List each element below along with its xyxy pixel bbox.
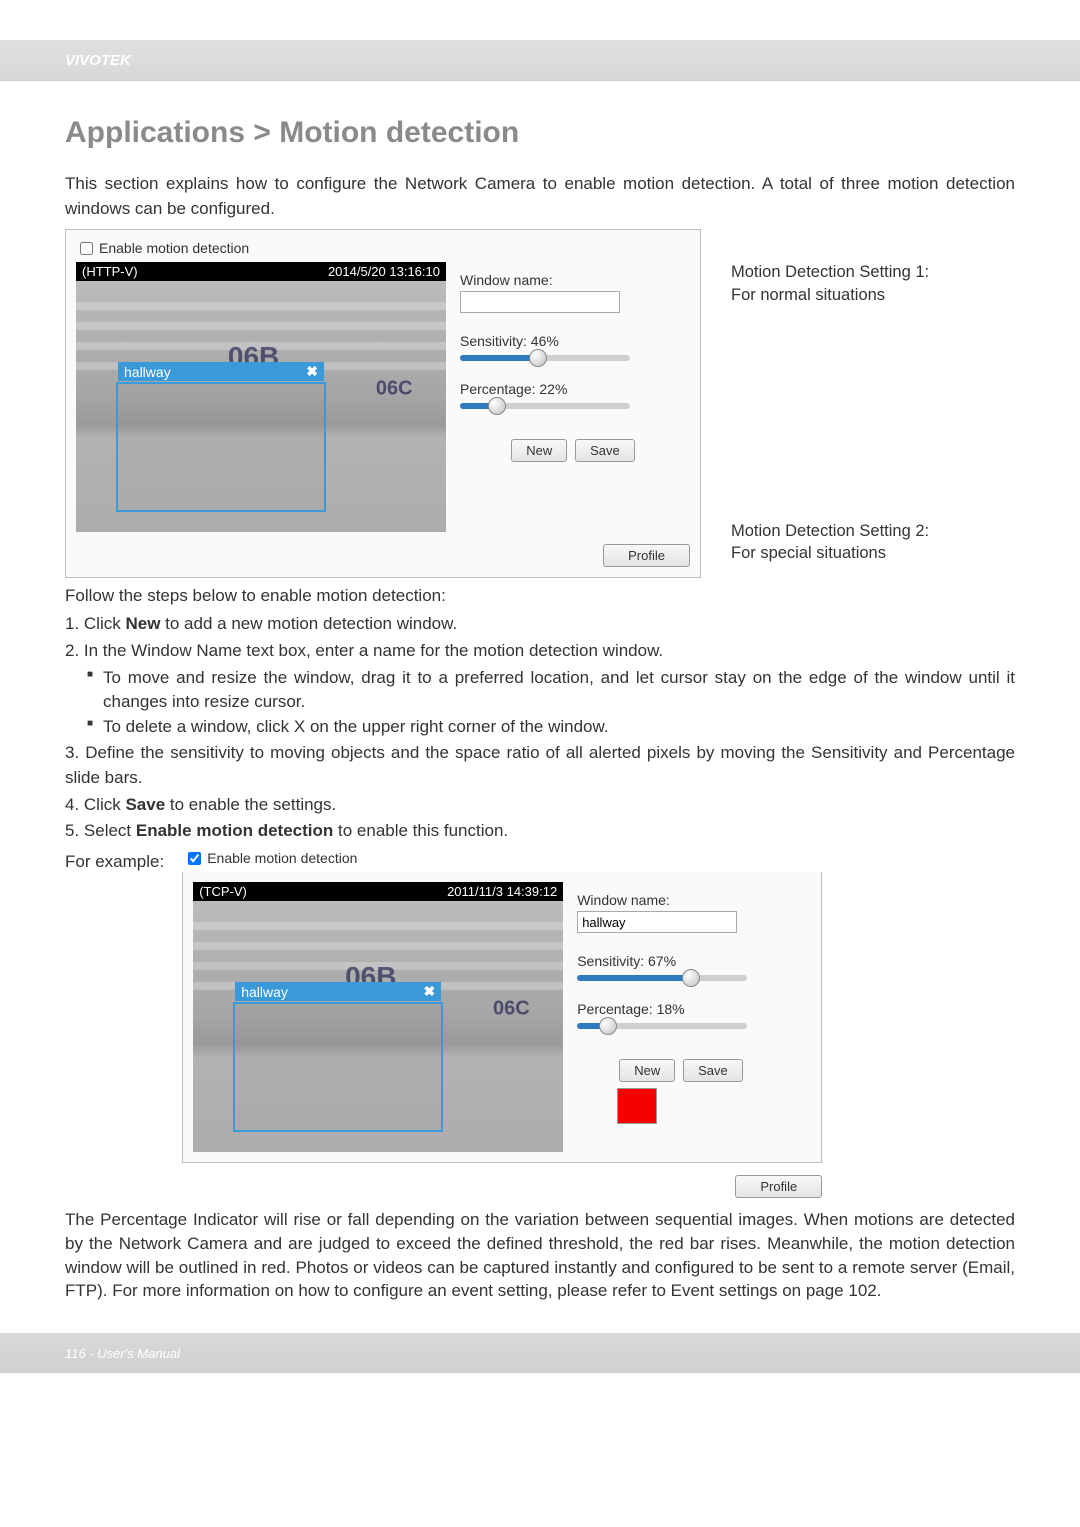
step-5: 5. Select Enable motion detection to ena… (65, 819, 1015, 844)
sensitivity-label-1: Sensitivity: 46% (460, 333, 686, 349)
percentage-label-1: Percentage: 22% (460, 381, 686, 397)
intro-paragraph: This section explains how to configure t… (65, 172, 1015, 221)
footer-page-number: 116 - User's Manual (65, 1346, 180, 1361)
video-preview-1[interactable]: (HTTP-V) 2014/5/20 13:16:10 06B 06C hall… (76, 262, 446, 532)
steps-list: 1. Click New to add a new motion detecti… (65, 612, 1015, 844)
controls-pane-1: Window name: Sensitivity: 46% Percentage… (456, 262, 690, 532)
close-icon[interactable]: ✖ (423, 983, 435, 1000)
motion-window-2[interactable]: hallway ✖ (233, 1002, 443, 1132)
step-3: 3. Define the sensitivity to moving obje… (65, 741, 1015, 790)
video-timestamp-2: 2011/11/3 14:39:12 (447, 884, 557, 899)
new-button-1[interactable]: New (511, 439, 567, 462)
video-timestamp-1: 2014/5/20 13:16:10 (328, 264, 440, 279)
new-button-2[interactable]: New (619, 1059, 675, 1082)
percentage-label-2: Percentage: 18% (577, 1001, 807, 1017)
sensitivity-label-2: Sensitivity: 67% (577, 953, 807, 969)
room-label-side-1: 06C (376, 378, 413, 401)
motion-window-1[interactable]: hallway ✖ (116, 382, 326, 512)
annotation-2: Motion Detection Setting 2: For special … (731, 520, 929, 565)
enable-motion-label-2: Enable motion detection (207, 850, 357, 866)
controls-pane-2: Window name: Sensitivity: 67% Percentage… (573, 882, 811, 1152)
save-button-2[interactable]: Save (683, 1059, 743, 1082)
motion-window-title-1: hallway (124, 364, 171, 380)
profile-button-2[interactable]: Profile (735, 1175, 822, 1198)
room-label-side-2: 06C (493, 997, 530, 1020)
motion-detection-panel-2: (TCP-V) 2011/11/3 14:39:12 06B 06C hallw… (182, 872, 822, 1163)
close-icon[interactable]: ✖ (306, 363, 318, 380)
sensitivity-slider-1[interactable] (460, 355, 630, 361)
annotation-1: Motion Detection Setting 1: For normal s… (731, 229, 929, 306)
brand-text: VIVOTEK (65, 52, 131, 69)
page-title: Applications > Motion detection (65, 116, 1015, 150)
motion-window-title-2: hallway (241, 984, 288, 1000)
motion-detection-panel-1: Enable motion detection (HTTP-V) 2014/5/… (65, 229, 701, 578)
sensitivity-slider-2[interactable] (577, 975, 747, 981)
enable-motion-checkbox-1[interactable] (80, 242, 93, 255)
for-example-label: For example: (65, 850, 164, 872)
window-name-input-2[interactable] (577, 911, 737, 933)
video-preview-2[interactable]: (TCP-V) 2011/11/3 14:39:12 06B 06C hallw… (193, 882, 563, 1152)
window-name-label-1: Window name: (460, 272, 686, 288)
percentage-slider-1[interactable] (460, 403, 630, 409)
profile-button-1[interactable]: Profile (603, 544, 690, 567)
step-4: 4. Click Save to enable the settings. (65, 793, 1015, 818)
percentage-slider-2[interactable] (577, 1023, 747, 1029)
video-protocol-1: (HTTP-V) (82, 264, 138, 279)
step-1: 1. Click New to add a new motion detecti… (65, 612, 1015, 637)
motion-indicator (617, 1088, 657, 1124)
window-name-input-1[interactable] (460, 291, 620, 313)
enable-motion-checkbox-2[interactable] (188, 852, 201, 865)
window-name-label-2: Window name: (577, 892, 807, 908)
step-2: 2. In the Window Name text box, enter a … (65, 639, 1015, 664)
step-2b: To delete a window, click X on the upper… (87, 715, 1015, 740)
save-button-1[interactable]: Save (575, 439, 635, 462)
step-2a: To move and resize the window, drag it t… (87, 666, 1015, 715)
follow-steps-intro: Follow the steps below to enable motion … (65, 586, 1015, 606)
closing-paragraph: The Percentage Indicator will rise or fa… (65, 1208, 1015, 1303)
video-protocol-2: (TCP-V) (199, 884, 247, 899)
enable-motion-label-1: Enable motion detection (99, 240, 249, 256)
